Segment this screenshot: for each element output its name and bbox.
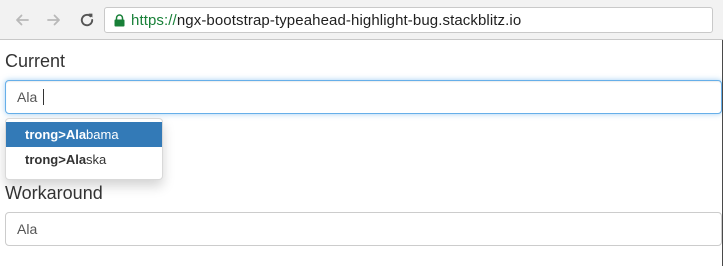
url-host: ngx-bootstrap-typeahead-highlight-bug.st…: [176, 11, 522, 29]
typeahead-dropdown: trong>Alabama trong>Alaska: [5, 118, 163, 180]
lock-icon: [113, 13, 125, 27]
suggestion-prefix: trong>: [25, 152, 66, 167]
browser-toolbar: https://ngx-bootstrap-typeahead-highligh…: [0, 0, 723, 40]
suggestion-rest: ska: [86, 152, 107, 167]
forward-arrow-icon[interactable]: [43, 9, 65, 31]
url-scheme: https://: [131, 11, 177, 29]
page-content: Current Ala trong>Alabama trong>Alaska W…: [0, 40, 723, 266]
workaround-input-value: Ala: [17, 221, 38, 237]
reload-icon[interactable]: [76, 9, 98, 31]
address-bar[interactable]: https://ngx-bootstrap-typeahead-highligh…: [104, 7, 713, 33]
workaround-heading: Workaround: [5, 183, 103, 203]
suggestion-match: Ala: [65, 127, 87, 142]
url-text: https://ngx-bootstrap-typeahead-highligh…: [131, 12, 521, 29]
current-input-value: Ala: [17, 89, 38, 105]
workaround-typeahead-input[interactable]: Ala: [5, 212, 722, 246]
suggestion-item-alaska[interactable]: trong>Alaska: [6, 147, 162, 172]
current-typeahead-input[interactable]: Ala: [5, 80, 722, 114]
back-arrow-icon[interactable]: [11, 9, 33, 31]
suggestion-item-alabama[interactable]: trong>Alabama: [6, 122, 162, 147]
current-heading: Current: [5, 51, 66, 71]
suggestion-prefix: trong>: [25, 127, 66, 142]
suggestion-rest: bama: [86, 127, 119, 142]
suggestion-match: Ala: [65, 152, 87, 167]
text-caret: [43, 89, 45, 105]
